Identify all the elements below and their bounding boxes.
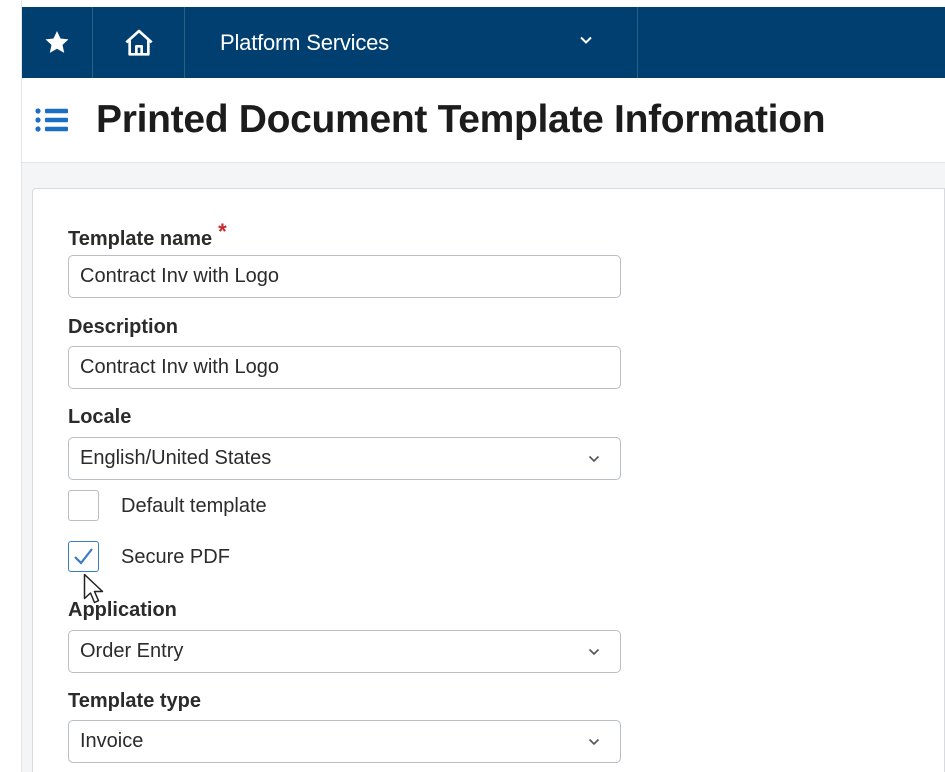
left-gutter bbox=[0, 0, 22, 772]
template-name-input[interactable]: Contract Inv with Logo bbox=[68, 255, 621, 298]
form-card: Template name * Contract Inv with Logo De… bbox=[32, 188, 945, 772]
chevron-down-icon bbox=[588, 455, 600, 463]
list-icon[interactable] bbox=[34, 105, 70, 135]
mouse-pointer-icon bbox=[83, 573, 104, 604]
home-icon bbox=[124, 29, 153, 56]
home-button[interactable] bbox=[93, 7, 185, 78]
locale-value: English/United States bbox=[80, 447, 272, 469]
favorites-button[interactable] bbox=[22, 7, 93, 78]
star-icon bbox=[45, 31, 69, 53]
secure-pdf-label: Secure PDF bbox=[121, 546, 230, 568]
top-navbar: Platform Services bbox=[22, 7, 945, 78]
required-indicator: * bbox=[218, 219, 227, 244]
template-type-label: Template type bbox=[68, 690, 201, 712]
description-value: Contract Inv with Logo bbox=[80, 356, 279, 378]
page-header: Printed Document Template Information bbox=[22, 78, 945, 163]
locale-label: Locale bbox=[68, 406, 132, 428]
chevron-down-icon bbox=[588, 738, 600, 746]
locale-select[interactable]: English/United States bbox=[68, 437, 621, 480]
default-template-label: Default template bbox=[121, 495, 267, 517]
chevron-down-icon bbox=[588, 648, 600, 656]
secure-pdf-checkbox[interactable] bbox=[68, 541, 99, 572]
checkmark-icon bbox=[74, 548, 93, 565]
chevron-down-icon bbox=[580, 36, 592, 44]
page-title: Printed Document Template Information bbox=[96, 98, 826, 141]
content-area: Template name * Contract Inv with Logo De… bbox=[22, 163, 945, 772]
app-switcher-dropdown[interactable]: Platform Services bbox=[185, 7, 638, 78]
description-label: Description bbox=[68, 316, 179, 338]
template-type-select[interactable]: Invoice bbox=[68, 720, 621, 763]
description-input[interactable]: Contract Inv with Logo bbox=[68, 346, 621, 389]
template-type-value: Invoice bbox=[80, 730, 144, 752]
app-switcher-label: Platform Services bbox=[220, 29, 389, 55]
application-value: Order Entry bbox=[80, 640, 184, 662]
template-name-value: Contract Inv with Logo bbox=[80, 265, 279, 287]
template-name-label: Template name * bbox=[68, 219, 227, 250]
default-template-checkbox[interactable] bbox=[68, 490, 99, 521]
application-select[interactable]: Order Entry bbox=[68, 630, 621, 673]
